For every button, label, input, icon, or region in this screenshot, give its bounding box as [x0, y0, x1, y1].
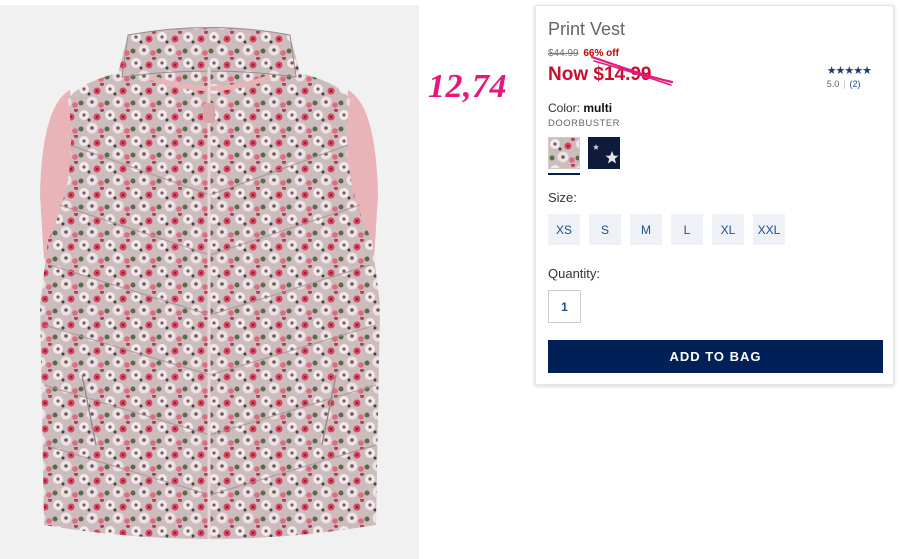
handwritten-price-annotation: 12,74: [428, 68, 507, 105]
star-rating-icon: ★★★★★: [826, 65, 872, 77]
price-row: $44.99 66% off: [548, 48, 619, 59]
rating-divider: |: [843, 79, 846, 89]
floral-swatch-icon: [549, 138, 579, 168]
color-value: multi: [583, 101, 613, 115]
color-selection: Color: multi: [548, 101, 612, 115]
rating-summary: 5.0 | (2): [827, 79, 871, 89]
rating-widget[interactable]: ★★★★★ 5.0 | (2): [826, 64, 872, 89]
sale-price: Now $14.99: [548, 64, 652, 85]
doorbuster-badge: DOORBUSTER: [548, 118, 621, 129]
size-xl-button[interactable]: XL: [712, 214, 744, 245]
selected-swatch-indicator: [548, 173, 580, 175]
size-m-button[interactable]: M: [630, 214, 662, 245]
floral-vest-illustration: [40, 27, 380, 539]
product-image: [0, 5, 419, 559]
product-title: Print Vest: [548, 19, 626, 39]
rating-score: 5.0: [826, 79, 840, 89]
size-s-button[interactable]: S: [589, 214, 621, 245]
swatch-navy-star[interactable]: [588, 137, 620, 169]
size-xxl-button[interactable]: XXL: [753, 214, 785, 245]
size-label: Size:: [548, 190, 577, 205]
discount-badge: 66% off: [583, 48, 619, 59]
review-count-link[interactable]: (2): [850, 79, 861, 89]
quantity-label: Quantity:: [548, 266, 601, 281]
add-to-bag-button[interactable]: ADD TO BAG: [548, 340, 883, 373]
color-label: Color:: [548, 101, 581, 115]
product-info-panel: Print Vest $44.99 66% off Now $14.99 ★★★…: [535, 5, 894, 385]
size-l-button[interactable]: L: [671, 214, 703, 245]
swatch-floral[interactable]: [548, 137, 580, 169]
size-xs-button[interactable]: XS: [548, 214, 580, 245]
star-swatch-icon: [588, 137, 620, 169]
original-price: $44.99: [548, 48, 579, 59]
quantity-input[interactable]: 1: [548, 290, 581, 323]
